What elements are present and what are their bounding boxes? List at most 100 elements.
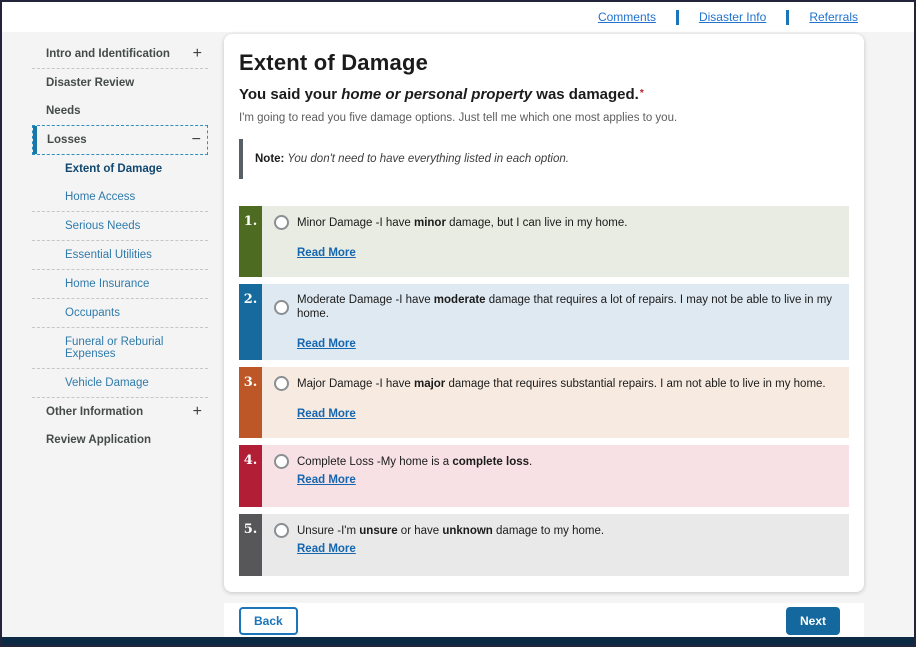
option-text: Moderate Damage -I have moderate damage … xyxy=(297,293,837,321)
read-more-link[interactable]: Read More xyxy=(297,408,356,420)
footer-bar xyxy=(2,637,914,645)
form-navigation-bar: Back Next xyxy=(224,603,864,639)
sidebar-item-occupants[interactable]: Occupants xyxy=(32,299,208,328)
damage-options-list: 1. Minor Damage -I have minor damage, bu… xyxy=(239,206,849,576)
option-text-segment: Minor Damage -I have xyxy=(297,217,414,229)
option-text-bold-segment: minor xyxy=(414,217,446,229)
sidebar-item-label: Home Access xyxy=(65,191,135,203)
sidebar-item-label: Occupants xyxy=(65,307,120,319)
sidebar-item-essential-utilities[interactable]: Essential Utilities xyxy=(32,241,208,270)
back-button[interactable]: Back xyxy=(239,607,298,635)
sidebar-item-label: Essential Utilities xyxy=(65,249,152,261)
option-body: Complete Loss -My home is a complete los… xyxy=(262,445,849,507)
sidebar-item-extent-of-damage[interactable]: Extent of Damage xyxy=(32,155,208,183)
sidebar-item-intro-and-identification[interactable]: Intro and Identification + xyxy=(32,40,208,69)
option-text: Unsure -I'm unsure or have unknown damag… xyxy=(297,524,604,538)
read-more-link[interactable]: Read More xyxy=(297,474,356,486)
sidebar-item-serious-needs[interactable]: Serious Needs xyxy=(32,212,208,241)
sidebar-item-disaster-review[interactable]: Disaster Review xyxy=(32,69,208,97)
sidebar-item-needs[interactable]: Needs xyxy=(32,97,208,125)
question-text: You said your home or personal property … xyxy=(239,86,849,103)
sidebar-item-label: Home Insurance xyxy=(65,278,149,290)
option-number-badge: 5. xyxy=(239,514,262,576)
top-nav-link-comments[interactable]: Comments xyxy=(598,10,656,24)
plus-icon[interactable]: + xyxy=(193,49,202,59)
nav-separator xyxy=(786,10,789,25)
top-nav-link-referrals[interactable]: Referrals xyxy=(809,10,858,24)
next-button[interactable]: Next xyxy=(786,607,840,635)
sidebar-item-label: Serious Needs xyxy=(65,220,140,232)
sidebar-item-label: Vehicle Damage xyxy=(65,377,149,389)
damage-option-row: 2. Moderate Damage -I have moderate dama… xyxy=(239,284,849,360)
sidebar-item-label: Other Information xyxy=(46,406,143,418)
sidebar-item-losses[interactable]: Losses − xyxy=(32,125,208,155)
option-number-badge: 4. xyxy=(239,445,262,507)
question-emphasis: home or personal property xyxy=(341,86,532,103)
option-text-segment: damage, but I can live in my home. xyxy=(446,217,628,229)
option-text-segment: Major Damage -I have xyxy=(297,378,414,390)
note-label: Note: xyxy=(255,153,284,165)
sidebar-item-other-information[interactable]: Other Information + xyxy=(32,398,208,426)
option-text-bold-segment: moderate xyxy=(434,294,486,306)
read-more-link[interactable]: Read More xyxy=(297,543,356,555)
option-line: Minor Damage -I have minor damage, but I… xyxy=(274,215,837,230)
sidebar-item-label: Needs xyxy=(46,105,81,117)
option-text-bold-segment: complete loss xyxy=(452,456,529,468)
radio-button[interactable] xyxy=(274,300,289,315)
sidebar-item-label: Losses xyxy=(47,134,87,146)
option-text-segment: Complete Loss -My home is a xyxy=(297,456,452,468)
option-text-bold-segment: major xyxy=(414,378,445,390)
option-text-segment: damage to my home. xyxy=(493,525,604,537)
minus-icon[interactable]: − xyxy=(192,135,201,145)
radio-button[interactable] xyxy=(274,376,289,391)
option-text-segment: damage that requires substantial repairs… xyxy=(445,378,825,390)
damage-option-row: 5. Unsure -I'm unsure or have unknown da… xyxy=(239,514,849,576)
top-nav-link-disaster-info[interactable]: Disaster Info xyxy=(699,10,766,24)
read-more-link[interactable]: Read More xyxy=(297,247,356,259)
damage-option-row: 3. Major Damage -I have major damage tha… xyxy=(239,367,849,438)
option-number-badge: 2. xyxy=(239,284,262,360)
option-text-bold-segment: unknown xyxy=(442,525,492,537)
app-window: Comments Disaster Info Referrals Intro and… xyxy=(0,0,916,647)
option-line: Moderate Damage -I have moderate damage … xyxy=(274,293,837,321)
option-line: Unsure -I'm unsure or have unknown damag… xyxy=(274,523,837,538)
plus-icon[interactable]: + xyxy=(193,407,202,417)
page-title: Extent of Damage xyxy=(239,50,849,76)
option-text-segment: or have xyxy=(398,525,443,537)
option-text: Minor Damage -I have minor damage, but I… xyxy=(297,216,627,230)
option-text-segment: Unsure -I'm xyxy=(297,525,359,537)
option-text-segment: . xyxy=(529,456,532,468)
radio-button[interactable] xyxy=(274,454,289,469)
note-box: Note: You don't need to have everything … xyxy=(239,139,849,179)
option-text-bold-segment: unsure xyxy=(359,525,397,537)
option-line: Major Damage -I have major damage that r… xyxy=(274,376,837,391)
option-number-badge: 1. xyxy=(239,206,262,277)
damage-option-row: 1. Minor Damage -I have minor damage, bu… xyxy=(239,206,849,277)
damage-option-row: 4. Complete Loss -My home is a complete … xyxy=(239,445,849,507)
option-body: Minor Damage -I have minor damage, but I… xyxy=(262,206,849,277)
sidebar-item-vehicle-damage[interactable]: Vehicle Damage xyxy=(32,369,208,398)
option-body: Unsure -I'm unsure or have unknown damag… xyxy=(262,514,849,576)
sidebar-item-label: Extent of Damage xyxy=(65,163,162,175)
option-body: Major Damage -I have major damage that r… xyxy=(262,367,849,438)
top-nav-bar: Comments Disaster Info Referrals xyxy=(2,2,914,32)
option-text-segment: Moderate Damage -I have xyxy=(297,294,434,306)
sidebar-item-label: Intro and Identification xyxy=(46,48,170,60)
question-prefix: You said your xyxy=(239,86,341,103)
sidebar-item-home-access[interactable]: Home Access xyxy=(32,183,208,212)
sidebar-nav: Intro and Identification + Disaster Revi… xyxy=(32,40,208,454)
instruction-text: I'm going to read you five damage option… xyxy=(239,112,849,124)
question-suffix: was damaged. xyxy=(532,86,639,103)
radio-button[interactable] xyxy=(274,523,289,538)
sidebar-item-review-application[interactable]: Review Application xyxy=(32,426,208,454)
option-body: Moderate Damage -I have moderate damage … xyxy=(262,284,849,360)
sidebar-item-home-insurance[interactable]: Home Insurance xyxy=(32,270,208,299)
sidebar-item-label: Review Application xyxy=(46,434,151,446)
nav-separator xyxy=(676,10,679,25)
main-content-card: Extent of Damage You said your home or p… xyxy=(224,34,864,592)
sidebar-item-funeral-or-reburial-expenses[interactable]: Funeral or Reburial Expenses xyxy=(32,328,208,369)
note-text: You don't need to have everything listed… xyxy=(284,153,569,165)
read-more-link[interactable]: Read More xyxy=(297,338,356,350)
radio-button[interactable] xyxy=(274,215,289,230)
required-asterisk: * xyxy=(640,88,644,99)
